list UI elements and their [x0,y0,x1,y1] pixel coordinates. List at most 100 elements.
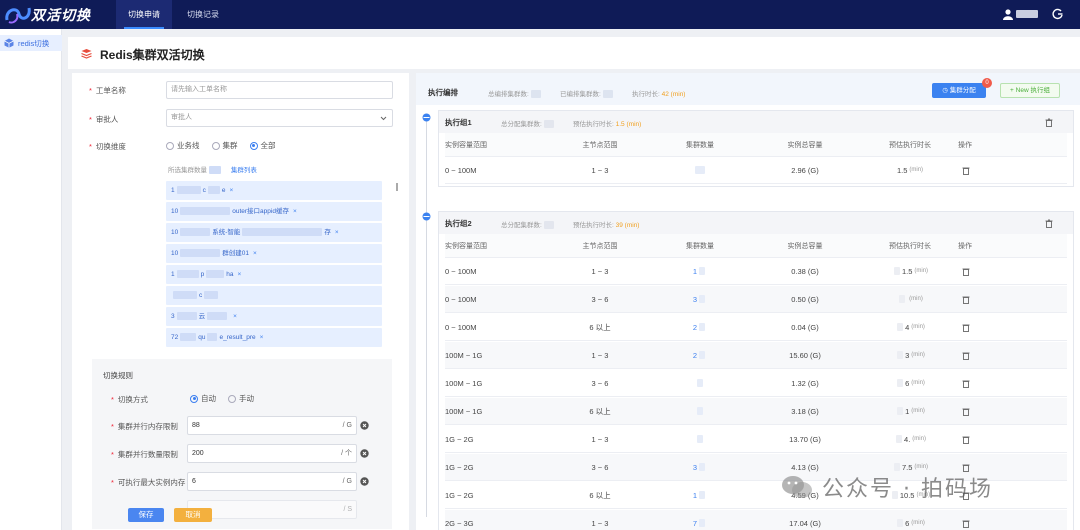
mode-label: * 切换方式 [111,395,148,404]
radio-business-line[interactable]: 业务线 [166,140,200,151]
cell-range: 0 ~ 100M [445,165,477,175]
ticket-name-input[interactable]: 请先输入工单名称 [166,81,393,99]
table-header: 实例容量范围 主节点范围 集群数量 实例总容量 预估执行时长 操作 [445,234,1067,258]
sidebar-item-redis-switch[interactable]: redis切换 [0,35,62,51]
user-icon[interactable] [1002,8,1014,20]
cell-count[interactable] [645,370,755,396]
radio-cluster[interactable]: 集群 [211,140,238,151]
cell-total: 0.04 (G) [791,322,819,332]
clear-icon[interactable] [360,477,369,486]
cluster-list-link[interactable]: 集群列表 [231,167,257,174]
cell-count[interactable]: 3 [645,286,755,312]
table-row: 100M ~ 1G 3 ~ 6 1.32 (G) 6 (min) [445,370,1067,397]
rules-title: 切换规则 [103,371,133,380]
cell-action [962,426,982,452]
cell-count[interactable]: 7 [645,510,755,530]
cell-duration: 6 (min) [855,510,965,530]
cell-count[interactable] [645,398,755,424]
remove-tag-icon[interactable]: × [260,334,264,341]
cell-total: 3.18 (G) [791,406,819,416]
user-name-redacted[interactable] [1016,10,1038,18]
col-action: 操作 [958,242,972,250]
clear-icon[interactable] [360,449,369,458]
remove-tag-icon[interactable]: × [335,229,339,236]
max-mem-input[interactable]: 6/ G [187,472,357,491]
remove-tag-icon[interactable]: × [233,313,237,320]
group-est-stat: 预估执行时长: 39 (min) [573,222,640,229]
delete-row-icon[interactable] [962,295,970,304]
logo-text: 双活切换 [31,7,91,24]
col-range: 实例容量范围 [445,242,487,250]
switch-rules-section: 切换规则 * 切换方式 自动 手动 * 集群并行内存限制 88/ G * 集群并行数量… [92,359,392,529]
table-row: 0 ~ 100M 1 ~ 3 2.96 (G) 1.5 (min) [445,157,1067,184]
delete-row-icon[interactable] [962,407,970,416]
cell-count[interactable] [645,426,755,452]
approver-placeholder: 审批人 [171,114,192,121]
cell-nodes: 1 ~ 3 [591,350,609,360]
cell-range: 100M ~ 1G [445,350,483,360]
cell-count[interactable]: 1 [645,482,755,508]
group-header: 执行组2 总分配集群数: 预估执行时长: 39 (min) [439,212,1073,234]
remove-tag-icon[interactable]: × [253,250,257,257]
page-header: Redis集群双活切换 [68,37,1080,69]
approver-label: * 审批人 [89,115,119,124]
logo-icon [5,7,31,23]
tab-switch-apply[interactable]: 切换申请 [116,0,172,29]
save-button[interactable]: 保存 [128,508,164,522]
cell-action [962,314,982,340]
cube-icon [4,38,14,48]
delete-row-icon[interactable] [962,379,970,388]
next-rule-input[interactable]: / S [187,500,357,519]
delete-row-icon[interactable] [962,519,970,528]
count-limit-label: * 集群并行数量限制 [111,450,178,459]
cancel-button[interactable]: 取消 [174,508,212,522]
delete-row-icon[interactable] [962,435,970,444]
logout-icon[interactable] [1052,8,1064,20]
delete-row-icon[interactable] [962,323,970,332]
cluster-assign-button[interactable]: ◷ 集群分配 [932,83,986,98]
duration-stat: 执行时长: 42 (min) [632,91,686,98]
group-title: 执行组1 [445,118,472,127]
mem-limit-input[interactable]: 88/ G [187,416,357,435]
radio-all[interactable]: 全部 [249,140,276,151]
count-limit-input[interactable]: 200/ 个 [187,444,357,463]
app-logo[interactable]: 双活切换 [3,3,91,26]
clear-icon[interactable] [360,421,369,430]
cell-nodes: 6 以上 [589,406,611,416]
cell-count[interactable]: 2 [645,342,755,368]
remove-tag-icon[interactable]: × [230,187,234,194]
timeline-node-icon [422,212,431,221]
list-scrollbar[interactable] [396,183,398,191]
delete-group-icon[interactable] [1045,219,1053,228]
cell-count[interactable]: 3 [645,454,755,480]
table-row: 0 ~ 100M 6 以上 2 0.04 (G) 4 (min) [445,314,1067,341]
delete-group-icon[interactable] [1045,118,1053,127]
remove-tag-icon[interactable]: × [237,271,241,278]
cell-count[interactable]: 1 [645,258,755,284]
table-row: 1G ~ 2G 1 ~ 3 13.70 (G) 4. (min) [445,426,1067,453]
mode-radio-group: 自动 手动 [190,393,254,404]
cell-count[interactable]: 2 [645,314,755,340]
cell-nodes: 3 ~ 6 [591,294,609,304]
approver-select[interactable]: 审批人 [166,109,393,127]
cell-range: 1G ~ 2G [445,490,474,500]
dimension-radio-group: 业务线 集群 全部 [166,140,276,151]
cell-nodes: 1 ~ 3 [591,434,609,444]
side-menu: redis切换 [0,29,62,530]
remove-tag-icon[interactable]: × [293,208,297,215]
delete-row-icon[interactable] [962,166,970,175]
switch-form: * 工单名称 请先输入工单名称 * 审批人 审批人 * 切换维度 业务线 集群 全部 … [72,73,409,530]
delete-row-icon[interactable] [962,351,970,360]
group-assigned-stat: 总分配集群数: [501,219,556,230]
delete-row-icon[interactable] [962,267,970,276]
cell-count[interactable] [645,157,755,183]
ticket-name-label: * 工单名称 [89,86,126,95]
cell-total: 1.32 (G) [791,378,819,388]
new-group-button[interactable]: + New 执行组 [1000,83,1060,98]
tab-switch-records[interactable]: 切换记录 [175,0,231,29]
table-row: 100M ~ 1G 6 以上 3.18 (G) 1 (min) [445,398,1067,425]
col-range: 实例容量范围 [445,141,487,149]
radio-manual[interactable]: 手动 [228,393,254,404]
radio-auto[interactable]: 自动 [190,393,216,404]
cell-nodes: 6 以上 [589,322,611,332]
